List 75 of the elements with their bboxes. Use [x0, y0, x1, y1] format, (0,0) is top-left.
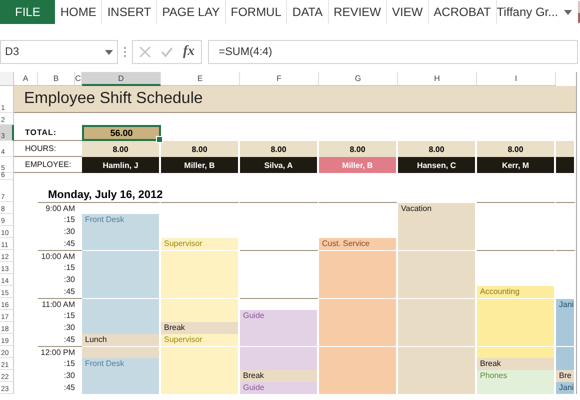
- sheet-title: Employee Shift Schedule: [14, 86, 576, 113]
- employee-cell: Silva, A: [240, 157, 319, 173]
- hours-cell: 8.00: [319, 141, 398, 157]
- time-label: :45: [62, 238, 75, 250]
- time-label: :15: [62, 310, 75, 322]
- shift-cell: Supervisor: [161, 238, 240, 250]
- shift-cell: Jani: [556, 382, 576, 394]
- check-icon[interactable]: [161, 46, 173, 58]
- shift-cell: [556, 334, 576, 346]
- column-header[interactable]: H: [398, 72, 477, 86]
- employee-cell: Hansen, C: [398, 157, 477, 173]
- fill-handle[interactable]: [156, 136, 163, 143]
- shift-cell: Vacation: [398, 202, 477, 214]
- shift-cell: Supervisor: [161, 334, 240, 346]
- column-header[interactable]: B: [38, 72, 75, 86]
- user-name[interactable]: Tiffany Gr...: [496, 5, 558, 19]
- shift-cell: Accounting: [477, 286, 556, 298]
- time-label: :45: [62, 334, 75, 346]
- ribbon-tab[interactable]: ACROBAT: [428, 0, 497, 24]
- shift-cell: Jani: [556, 298, 576, 310]
- hours-cell: [556, 141, 576, 157]
- time-label: :30: [62, 226, 75, 238]
- total-cell[interactable]: 56.00: [82, 125, 161, 141]
- column-header[interactable]: E: [161, 72, 240, 86]
- shift-cell: Break: [477, 358, 556, 370]
- shift-cell: Break: [240, 370, 319, 382]
- column-header[interactable]: G: [319, 72, 398, 86]
- column-header[interactable]: C: [75, 72, 82, 86]
- column-header[interactable]: D: [82, 72, 161, 86]
- cell-reference: D3: [5, 46, 20, 58]
- employee-cell: Kerr, M: [477, 157, 556, 173]
- column-header[interactable]: A: [14, 72, 38, 86]
- ribbon-tab[interactable]: HOME: [55, 0, 102, 24]
- time-label: :30: [62, 370, 75, 382]
- shift-cell: Break: [161, 322, 240, 334]
- formula-field[interactable]: =SUM(4:4): [208, 40, 578, 64]
- hours-cell: 8.00: [477, 141, 556, 157]
- ribbon-tab[interactable]: FILE: [0, 0, 56, 24]
- time-label: :45: [62, 286, 75, 298]
- shift-cell: Front Desk: [82, 214, 161, 226]
- column-header[interactable]: I: [477, 72, 556, 86]
- hours-cell: 8.00: [161, 141, 240, 157]
- shift-cell: Lunch: [82, 334, 161, 346]
- time-label: :45: [62, 382, 75, 394]
- column-header[interactable]: F: [240, 72, 319, 86]
- time-label: :15: [62, 358, 75, 370]
- shift-cell: Guide: [240, 382, 319, 394]
- shift-cell: [556, 346, 576, 358]
- ribbon-tab[interactable]: INSERT: [102, 0, 158, 24]
- ribbon-tab[interactable]: PAGE LAY: [157, 0, 226, 24]
- ribbon-tab[interactable]: VIEW: [386, 0, 429, 24]
- hours-cell: 8.00: [398, 141, 477, 157]
- employee-cell: Hamlin, J: [82, 157, 161, 173]
- ribbon-tab[interactable]: DATA: [287, 0, 329, 24]
- time-label: :15: [62, 214, 75, 226]
- shift-cell: Phones: [477, 370, 556, 382]
- caret-icon[interactable]: [105, 50, 113, 54]
- shift-cell: Front Desk: [82, 358, 161, 370]
- name-box[interactable]: D3: [0, 40, 118, 64]
- shift-cell: Bre: [556, 370, 576, 382]
- ribbon-tab[interactable]: FORMUL: [226, 0, 288, 24]
- hours-cell: 8.00: [82, 141, 161, 157]
- time-label: :15: [62, 262, 75, 274]
- ribbon-tab[interactable]: REVIEW: [328, 0, 387, 24]
- time-label: :30: [62, 322, 75, 334]
- schedule-date: Monday, July 16, 2012: [47, 188, 164, 202]
- employee-cell: Miller, B: [161, 157, 240, 173]
- time-label: :30: [62, 274, 75, 286]
- hours-cell: 8.00: [240, 141, 319, 157]
- employee-cell: Miller, B: [319, 157, 398, 173]
- insert-function-button[interactable]: fx: [183, 44, 195, 60]
- shift-cell: [556, 358, 576, 370]
- shift-cell: Cust. Service: [319, 238, 398, 250]
- caret-icon[interactable]: [564, 10, 572, 14]
- shift-cell: Guide: [240, 310, 319, 322]
